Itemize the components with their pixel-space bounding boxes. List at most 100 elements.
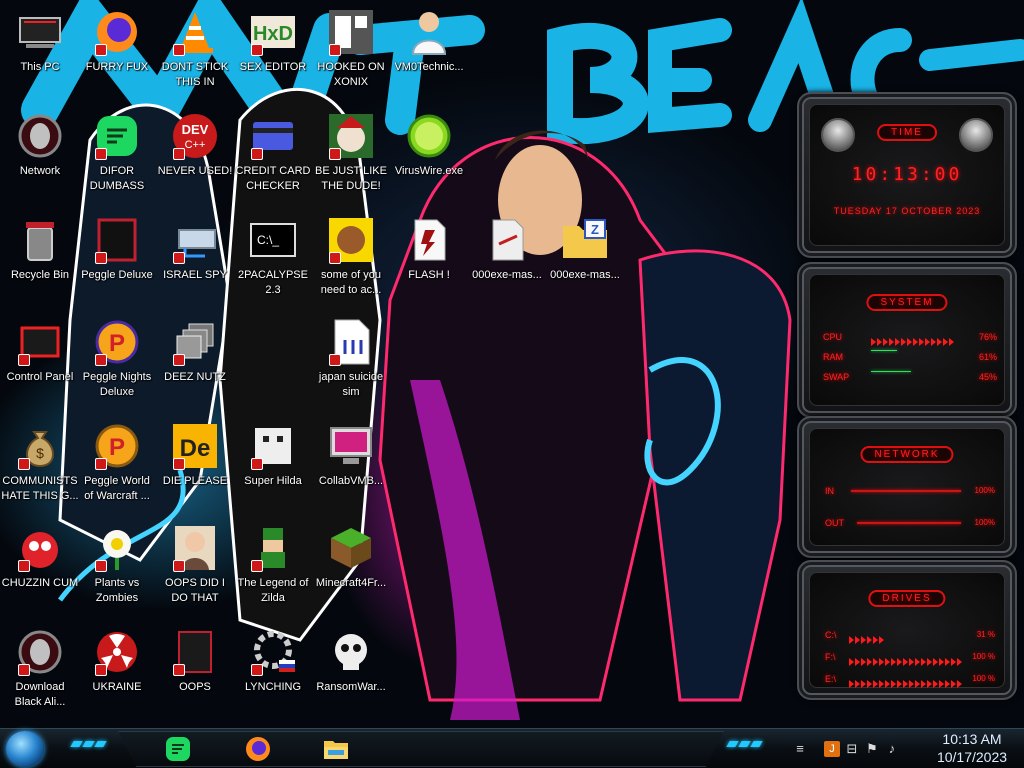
widget-time-clock: 10:13:00 (851, 164, 963, 185)
volume-icon[interactable]: ♪ (884, 741, 900, 757)
taskbar: ≡ J ⊟ ⚑ ♪ 10:13 AM 10/17/2023 (0, 728, 1024, 768)
desktop-icon-minecraft[interactable]: Minecraft4Fr... (311, 518, 391, 614)
desktop-icon-label: Super Hilda (244, 475, 302, 487)
desktop-icon-label: OOPS DID I DO THAT (165, 577, 225, 604)
peggle-wow-icon: P (93, 422, 141, 470)
desktop-icon-oops[interactable]: OOPS (155, 622, 235, 718)
desktop-icon-legend-of-zilda[interactable]: The Legend of Zilda (233, 518, 313, 614)
flag-icon[interactable]: ⚑ (864, 741, 880, 757)
desktop-icon-never-used[interactable]: DEV C++ NEVER USED! (155, 106, 235, 202)
start-button[interactable] (6, 731, 44, 767)
desktop-icon-chuzzin[interactable]: CHUZZIN CUM (0, 518, 80, 614)
plant-icon (93, 524, 141, 572)
svg-text:P: P (109, 330, 125, 357)
desktop-icon-label: VirusWire.exe (394, 165, 464, 177)
desktop-icon-label: Network (19, 165, 61, 177)
desktop-icon-japan-suicide-sim[interactable]: japan suicide sim (311, 312, 391, 408)
network-drive-icon (171, 216, 219, 264)
desktop-icon-this-pc[interactable]: This PC (0, 2, 80, 98)
desktop-icon-label: 000exe-mas... (472, 269, 542, 281)
desktop-icon-peggle-wow[interactable]: P Peggle World of Warcraft ... (77, 416, 157, 512)
desktop-icon-label: 2PACALYPSE 2.3 (238, 269, 308, 296)
chuzzle-icon (16, 524, 64, 572)
oops-icon (171, 628, 219, 676)
desktop-icon-label: Download Black Ali... (14, 681, 66, 708)
alien-download-icon (16, 628, 64, 676)
monitor-icon (327, 422, 375, 470)
zip-folder-icon: Z (561, 216, 609, 264)
taskbar-firefox[interactable] (238, 732, 278, 766)
network-icon[interactable]: ⊟ (844, 741, 860, 757)
desktop-icon-control-panel[interactable]: Control Panel (0, 312, 80, 408)
desktop-icon-000exe-1[interactable]: 000exe-mas... (467, 210, 547, 306)
svg-text:DEV: DEV (182, 122, 209, 137)
desktop-icon-label: Plants vs Zombies (94, 577, 140, 604)
desktop-icon-recycle-bin[interactable]: Recycle Bin (0, 210, 80, 306)
desktop-icon-label: DONT STICK THIS IN YOUR... (161, 61, 229, 88)
desktop-icon-ukraine[interactable]: UKRAINE (77, 622, 157, 718)
desktop-icon-network[interactable]: Network (0, 106, 80, 202)
system-ram-bar (871, 350, 897, 351)
widget-network: NETWORK IN 100% OUT 100% (797, 416, 1017, 558)
desktop-icon-peggle-deluxe[interactable]: Peggle Deluxe (77, 210, 157, 306)
firefox-icon (93, 8, 141, 56)
desktop-icon-oops-did-i[interactable]: OOPS DID I DO THAT (155, 518, 235, 614)
desktop-icon-israel-spy[interactable]: ISRAEL SPY (155, 210, 235, 306)
desktop-icon-dont-stick[interactable]: DONT STICK THIS IN YOUR... (155, 2, 235, 98)
desktop-icon-download-black-alien[interactable]: Download Black Ali... (0, 622, 80, 718)
desktop-icon-hooked-on-xonix[interactable]: HOOKED ON XONIX (311, 2, 391, 98)
credit-card-icon (249, 112, 297, 160)
desktop-icon-be-just-like-the-dude[interactable]: BE JUST LIKE THE DUDE! (311, 106, 391, 202)
system-tray: ≡ J ⊟ ⚑ ♪ (796, 729, 930, 768)
alien-logo-icon (821, 118, 855, 152)
taskbar-clock[interactable]: 10:13 AM 10/17/2023 (930, 730, 1014, 766)
drive-e-label: E:\ (825, 674, 837, 684)
desktop-icon-peggle-nights[interactable]: P Peggle Nights Deluxe (77, 312, 157, 408)
widget-time: TIME 10:13:00 TUESDAY 17 OCTOBER 2023 (797, 92, 1017, 258)
desktop-icon-collabvm[interactable]: CollabVMB... (311, 416, 391, 512)
flash-doc-icon (405, 216, 453, 264)
desktop-icon-000exe-2[interactable]: Z 000exe-mas... (545, 210, 625, 306)
network-out-value: 100% (974, 518, 995, 527)
desktop-icon-deez-nutz[interactable]: DEEZ NUTZ (155, 312, 235, 408)
radiation-icon (93, 628, 141, 676)
desktop-icon-some-of-you[interactable]: some of you need to ac... (311, 210, 391, 306)
svg-text:C:\_: C:\_ (257, 233, 279, 247)
desktop-icon-label: LYNCHING (244, 681, 302, 693)
desktop-icon-die-please[interactable]: De DIE PLEASE (155, 416, 235, 512)
desktop-icon-label: ISRAEL SPY (163, 269, 227, 281)
desktop-icon-super-hilda[interactable]: Super Hilda (233, 416, 313, 512)
taskbar-file-explorer[interactable] (316, 732, 356, 766)
desktop-icon-vm0technic[interactable]: VM0Technic... (389, 2, 469, 98)
desktop-icon-lynching[interactable]: LYNCHING (233, 622, 313, 718)
desktop-icon-plants-vs-zombies[interactable]: Plants vs Zombies (77, 518, 157, 614)
desktop-icon-label: OOPS (179, 681, 211, 693)
taskbar-decoration (70, 741, 107, 749)
desktop-icon-label: Peggle World of Warcraft ... (84, 475, 150, 502)
document-icon (327, 318, 375, 366)
system-ram-value: 61% (978, 352, 997, 362)
desktop-icon-label: BE JUST LIKE THE DUDE! (315, 165, 387, 192)
svg-text:$: $ (36, 445, 44, 461)
desktop-icon-2pacalypse[interactable]: C:\_ 2PACALYPSE 2.3 (233, 210, 313, 306)
taskbar-app-band (118, 731, 724, 767)
desktop-icon-difor-dumbass[interactable]: DIFOR DUMBASS (77, 106, 157, 202)
desktop-icon-sex-editor[interactable]: HxD SEX EDITOR (233, 2, 313, 98)
taskbar-chat-app[interactable] (158, 732, 198, 766)
desktop-icon-label: Minecraft4Fr... (315, 577, 387, 589)
desktop-icon-label: DIFOR DUMBASS (89, 165, 145, 192)
system-swap-bar (871, 371, 911, 372)
desktop-icon-furry-fux[interactable]: FURRY FUX (77, 2, 157, 98)
svg-text:Z: Z (591, 222, 599, 237)
java-icon[interactable]: J (824, 741, 840, 757)
desktop-icon-credit-card-checker[interactable]: CREDIT CARD CHECKER (233, 106, 313, 202)
desktop-icon-flash[interactable]: FLASH ! (389, 210, 469, 306)
desktop-icon-ransomware[interactable]: RansomWar... (311, 622, 391, 718)
desktop-icon-communists[interactable]: $ COMMUNISTS HATE THIS G... (0, 416, 80, 512)
tray-arrows-icon[interactable]: ≡ (792, 741, 808, 757)
chat-app-icon (166, 737, 190, 761)
desktop-icon-viruswire[interactable]: VirusWire.exe (389, 106, 469, 202)
portrait-icon (171, 524, 219, 572)
desktop-icon-label: japan suicide sim (318, 371, 384, 398)
de-app-icon: De (171, 422, 219, 470)
